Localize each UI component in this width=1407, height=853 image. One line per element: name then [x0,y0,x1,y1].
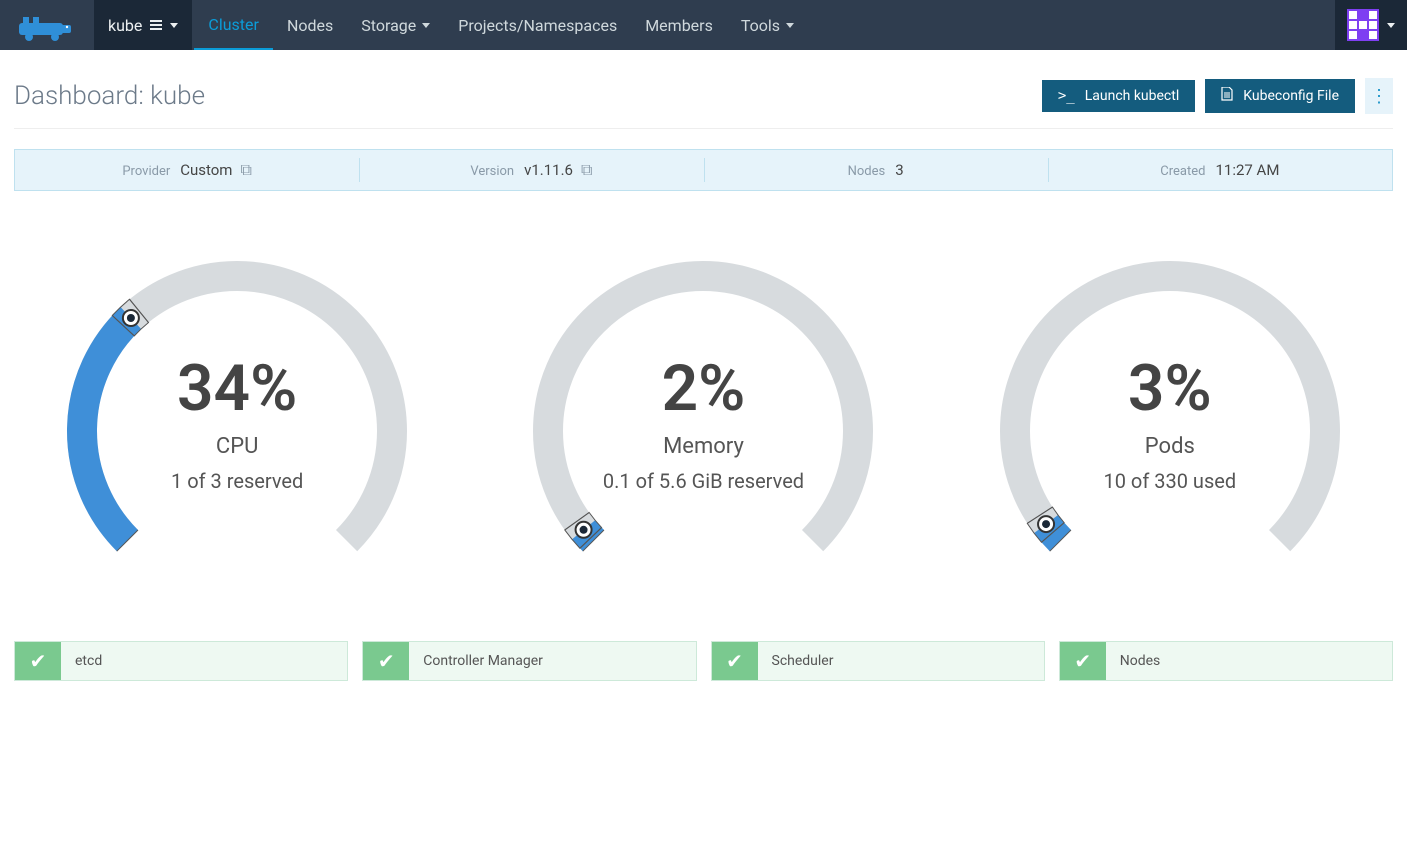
status-label: Controller Manager [409,642,557,680]
page-title-prefix: Dashboard: [14,81,150,111]
nav-item-tools[interactable]: Tools [727,0,808,50]
chevron-down-icon [786,23,794,28]
status-scheduler[interactable]: ✔ Scheduler [711,641,1045,681]
status-etcd[interactable]: ✔ etcd [14,641,348,681]
cluster-switcher[interactable]: kube [94,0,194,50]
cluster-name: kube [108,16,142,35]
page-title: Dashboard: kube [14,81,205,111]
gauge-percent: 34% [14,351,460,426]
check-icon: ✔ [15,642,61,680]
chevron-down-icon [422,23,430,28]
gauge-label: CPU [14,434,460,459]
info-version: Version v1.11.6 ⧉ [359,150,703,190]
info-bar: Provider Custom ⧉ Version v1.11.6 ⧉ Node… [14,149,1393,191]
info-nodes: Nodes 3 [704,150,1048,190]
chevron-down-icon [1387,23,1395,28]
gauge-label: Pods [947,434,1393,459]
gauge-sub: 10 of 330 used [947,469,1393,493]
info-value: 11:27 AM [1215,161,1279,179]
status-label: Scheduler [758,642,848,680]
info-label: Provider [122,164,170,179]
copy-icon[interactable]: ⧉ [581,160,592,179]
check-icon: ✔ [1060,642,1106,680]
user-menu[interactable] [1335,0,1407,50]
launch-kubectl-button[interactable]: >_ Launch kubectl [1042,80,1195,112]
info-value: v1.11.6 [524,161,573,179]
check-icon: ✔ [712,642,758,680]
gauge-center: 34% CPU 1 of 3 reserved [14,351,460,493]
more-actions-button[interactable]: ⋮ [1365,78,1393,114]
gauge-percent: 3% [947,351,1393,426]
info-provider: Provider Custom ⧉ [15,150,359,190]
nav-item-projects[interactable]: Projects/Namespaces [444,0,631,50]
gauge-center: 3% Pods 10 of 330 used [947,351,1393,493]
nav-item-nodes[interactable]: Nodes [273,0,347,50]
nav-label: Nodes [287,16,333,35]
info-value: Custom [180,161,232,179]
check-icon: ✔ [363,642,409,680]
page-title-value: kube [150,81,205,111]
gauges-row: 34% CPU 1 of 3 reserved 2% Memory 0.1 of… [14,191,1393,621]
nav-label: Tools [741,16,780,35]
nav-item-cluster[interactable]: Cluster [194,0,273,50]
top-nav: kube Cluster Nodes Storage Projects/Name… [0,0,1407,50]
rancher-logo-icon [17,9,77,41]
bars-icon [150,20,162,30]
chevron-down-icon [170,23,178,28]
nav-item-members[interactable]: Members [631,0,727,50]
gauge-label: Memory [480,434,926,459]
status-label: Nodes [1106,642,1175,680]
info-label: Nodes [848,164,886,179]
info-value: 3 [895,161,903,179]
gauge-center: 2% Memory 0.1 of 5.6 GiB reserved [480,351,926,493]
gauge-memory: 2% Memory 0.1 of 5.6 GiB reserved [480,241,926,581]
info-label: Created [1160,164,1205,179]
nav-label: Members [645,16,713,35]
button-label: Kubeconfig File [1243,88,1339,104]
nav-item-storage[interactable]: Storage [347,0,444,50]
page-header: Dashboard: kube >_ Launch kubectl Kubeco… [14,50,1393,129]
kubeconfig-file-button[interactable]: Kubeconfig File [1205,79,1355,113]
gauge-percent: 2% [480,351,926,426]
terminal-icon: >_ [1058,88,1075,104]
gauge-pods: 3% Pods 10 of 330 used [947,241,1393,581]
nav-items: Cluster Nodes Storage Projects/Namespace… [194,0,808,50]
status-label: etcd [61,642,116,680]
file-icon [1221,87,1233,105]
info-created: Created 11:27 AM [1048,150,1392,190]
copy-icon[interactable]: ⧉ [240,160,251,179]
avatar-icon [1347,9,1379,41]
header-actions: >_ Launch kubectl Kubeconfig File ⋮ [1042,78,1393,114]
nav-label: Storage [361,16,416,35]
button-label: Launch kubectl [1085,88,1180,104]
logo[interactable] [0,9,94,41]
kebab-icon: ⋮ [1370,86,1388,107]
info-label: Version [470,164,514,179]
status-row: ✔ etcd ✔ Controller Manager ✔ Scheduler … [14,621,1393,701]
status-nodes[interactable]: ✔ Nodes [1059,641,1393,681]
gauge-cpu: 34% CPU 1 of 3 reserved [14,241,460,581]
nav-label: Cluster [208,15,259,34]
status-controller-manager[interactable]: ✔ Controller Manager [362,641,696,681]
gauge-sub: 0.1 of 5.6 GiB reserved [480,469,926,493]
nav-label: Projects/Namespaces [458,16,617,35]
gauge-sub: 1 of 3 reserved [14,469,460,493]
